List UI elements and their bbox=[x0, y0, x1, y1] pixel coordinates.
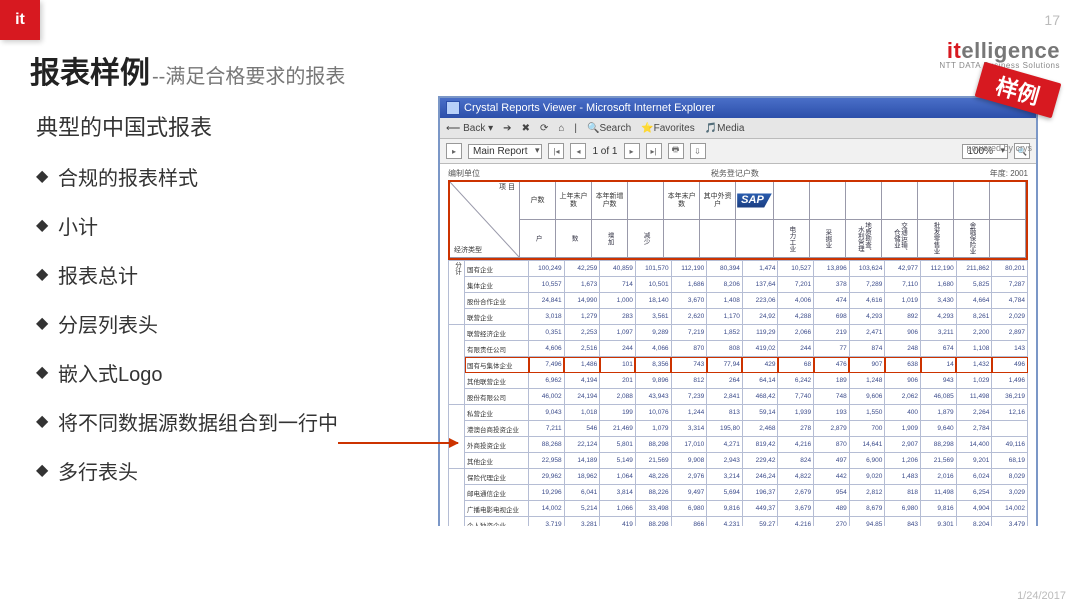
window-icon bbox=[446, 101, 460, 115]
brand-badge: it bbox=[0, 0, 40, 40]
home-button[interactable]: ⌂ bbox=[558, 123, 564, 134]
page-number: 17 bbox=[1044, 12, 1060, 28]
media-button[interactable]: 🎵Media bbox=[705, 123, 745, 134]
brand-suffix: elligence bbox=[961, 38, 1060, 63]
view-dropdown[interactable]: Main Report bbox=[468, 144, 542, 159]
callout-arrow bbox=[338, 442, 458, 444]
table-row: 国有与集体企业7,4961,4861018,35674377,944296847… bbox=[449, 357, 1028, 373]
refresh-button[interactable]: ⟳ bbox=[540, 123, 548, 134]
lead-text: 典型的中国式报表 bbox=[36, 110, 416, 142]
table-row: 港澳台商投资企业7,21154621,4691,0793,314195,802,… bbox=[449, 421, 1028, 437]
window-title: Crystal Reports Viewer - Microsoft Inter… bbox=[464, 102, 715, 114]
sap-logo: SAP bbox=[737, 193, 772, 207]
meta-center: 税务登记户数 bbox=[711, 168, 759, 179]
title-main: 报表样例 bbox=[30, 57, 150, 90]
table-row: 邮电通信企业19,2966,0413,81488,2269,4975,69419… bbox=[449, 485, 1028, 501]
print-button[interactable]: 🖶 bbox=[668, 143, 684, 159]
bullet-list: 合规的报表样式小计报表总计分层列表头嵌入式Logo 将不同数据源数据组合到一行中多… bbox=[36, 162, 416, 485]
bullet-item: 多行表头 bbox=[36, 456, 416, 485]
table-row: 外商投资企业88,26822,1245,80188,29817,0104,271… bbox=[449, 437, 1028, 453]
search-button[interactable]: 🔍Search bbox=[587, 123, 631, 134]
title-sub: --满足合格要求的报表 bbox=[152, 66, 345, 88]
table-row: 股份合作企业24,84114,9901,00018,1403,6701,4082… bbox=[449, 293, 1028, 309]
table-row: 私营企业9,0431,01819910,0761,24481359,141,93… bbox=[449, 405, 1028, 421]
powered-by-label: powered by crys bbox=[966, 144, 1032, 153]
table-row: 其他企业22,95814,1895,14921,5699,9082,943229… bbox=[449, 453, 1028, 469]
favorites-button[interactable]: ⭐Favorites bbox=[641, 123, 695, 134]
table-row: 有限责任公司4,6062,5162444,066870808419,022447… bbox=[449, 341, 1028, 357]
report-screenshot: Crystal Reports Viewer - Microsoft Inter… bbox=[438, 96, 1038, 526]
bullet-item: 报表总计 bbox=[36, 260, 416, 289]
table-row: 集体企业10,5571,67371410,5011,6868,206137,64… bbox=[449, 277, 1028, 293]
meta-left: 编制单位 bbox=[448, 168, 480, 179]
table-row: 保险代理企业29,96218,9621,06448,2262,9763,2142… bbox=[449, 469, 1028, 485]
bullet-item: 小计 bbox=[36, 211, 416, 240]
table-row: 联营经济企业0,3512,2531,0979,2897,2191,852119,… bbox=[449, 325, 1028, 341]
report-header: 项 目经济类型户数上年末户数本年新增户数本年末户数其中外资户SAP户数增加减少电… bbox=[448, 180, 1028, 260]
table-row: 其他联营企业6,9624,1942019,89681226464,146,242… bbox=[449, 373, 1028, 389]
page-indicator: 1 of 1 bbox=[592, 146, 617, 157]
report-table: 分计国有企业100,24942,25940,859101,570112,1908… bbox=[448, 260, 1028, 526]
forward-button[interactable]: ➔ bbox=[503, 123, 511, 134]
window-titlebar: Crystal Reports Viewer - Microsoft Inter… bbox=[440, 98, 1036, 118]
table-row: 联营企业3,0181,2792833,5612,6201,17024,924,2… bbox=[449, 309, 1028, 325]
bullet-item: 合规的报表样式 bbox=[36, 162, 416, 191]
prev-page-button[interactable]: ◂ bbox=[570, 143, 586, 159]
back-button[interactable]: ⟵ Back ▾ bbox=[446, 123, 493, 134]
table-row: 分计国有企业100,24942,25940,859101,570112,1908… bbox=[449, 261, 1028, 277]
browser-toolbar: ⟵ Back ▾ ➔ ✖ ⟳ ⌂ | 🔍Search ⭐Favorites 🎵M… bbox=[440, 118, 1036, 139]
first-page-button[interactable]: |◂ bbox=[548, 143, 564, 159]
brand-prefix: it bbox=[947, 38, 961, 63]
date-footer: 1/24/2017 bbox=[1017, 590, 1066, 602]
table-row: 广播电影电视企业14,0025,2141,06633,4986,9809,816… bbox=[449, 501, 1028, 517]
bullet-item: 分层列表头 bbox=[36, 309, 416, 338]
bullet-item: 将不同数据源数据组合到一行中 bbox=[36, 407, 416, 436]
bullet-item: 嵌入式Logo bbox=[36, 358, 416, 387]
stop-button[interactable]: ✖ bbox=[522, 123, 530, 134]
last-page-button[interactable]: ▸| bbox=[646, 143, 662, 159]
table-row: 个人独资企业3,7193,28141988,2988664,23159,274,… bbox=[449, 517, 1028, 527]
meta-right: 年度: 2001 bbox=[990, 168, 1028, 179]
table-row: 股份有限公司46,00224,1942,08843,9437,2392,8414… bbox=[449, 389, 1028, 405]
report-toolbar: ▸ Main Report |◂ ◂ 1 of 1 ▸ ▸| 🖶 ⇩ 100% … bbox=[440, 139, 1036, 164]
next-page-button[interactable]: ▸ bbox=[624, 143, 640, 159]
tree-toggle-icon[interactable]: ▸ bbox=[446, 143, 462, 159]
export-button[interactable]: ⇩ bbox=[690, 143, 706, 159]
report-body: 编制单位 税务登记户数 年度: 2001 本 年 末 户 数 项 目经济类型户数… bbox=[440, 164, 1036, 526]
slide-title: 报表样例--满足合格要求的报表 bbox=[30, 48, 345, 92]
